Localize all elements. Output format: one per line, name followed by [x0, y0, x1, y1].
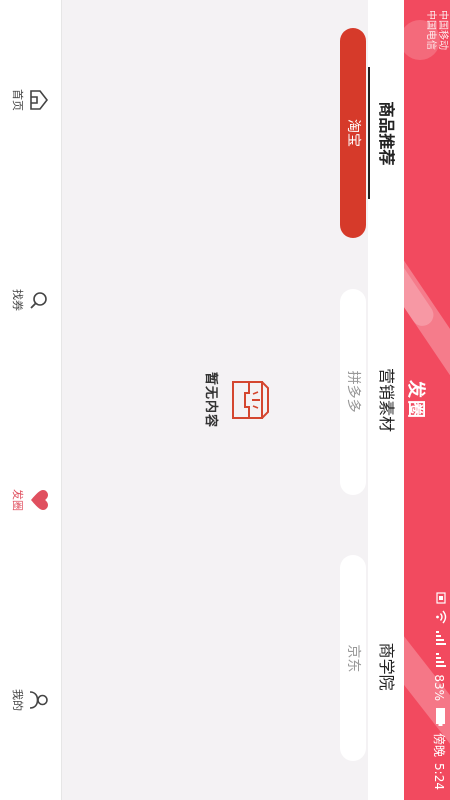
time-period: 傍晚: [432, 733, 446, 758]
nav-find-coupons-label: 找券: [11, 289, 25, 311]
nav-home[interactable]: 首页: [0, 0, 61, 200]
user-icon: [30, 691, 49, 709]
tab-label: 商学院: [377, 642, 396, 691]
heart-icon: [31, 490, 49, 510]
platform-jd-button[interactable]: 京东: [340, 555, 366, 762]
platform-filter: 淘宝 拼多多 京东: [334, 0, 368, 800]
battery-percent: 83%: [432, 674, 447, 702]
platform-taobao-button[interactable]: 淘宝: [340, 28, 366, 238]
app-window: 中国移动 中国电信 83% 傍晚 5:24 发圈 商品推荐 营销素材 商学院 淘…: [0, 0, 450, 800]
signal-icon-2: [432, 652, 447, 668]
tab-label: 营销素材: [377, 368, 396, 433]
nfc-icon: [432, 592, 447, 604]
screen: 中国移动 中国电信 83% 傍晚 5:24 发圈 商品推荐 营销素材 商学院 淘…: [0, 0, 450, 800]
empty-box-icon: [232, 381, 269, 419]
tab-product-recommend[interactable]: 商品推荐: [368, 0, 404, 267]
platform-slot: 拼多多: [334, 267, 368, 534]
wifi-icon: [432, 610, 447, 624]
empty-state-text: 暂无内容: [203, 371, 218, 428]
signal-icon: [432, 630, 447, 646]
carrier-name-1: 中国移动: [437, 10, 448, 50]
header-bar: 中国移动 中国电信 83% 傍晚 5:24 发圈: [404, 0, 450, 800]
platform-pinduoduo-button[interactable]: 拼多多: [340, 288, 366, 495]
nav-mine[interactable]: 我的: [0, 600, 61, 800]
platform-slot: 京东: [334, 533, 368, 800]
nav-find-coupons[interactable]: 找券: [0, 200, 61, 400]
nav-share-circle-label: 发圈: [11, 489, 25, 511]
bottom-navigation: 首页 找券 发圈 我的: [0, 0, 62, 800]
empty-state: 暂无内容: [203, 0, 270, 800]
platform-slot: 淘宝: [334, 0, 368, 267]
category-tabs: 商品推荐 营销素材 商学院: [368, 0, 404, 800]
home-icon: [30, 90, 49, 110]
tab-marketing-materials[interactable]: 营销素材: [368, 267, 404, 534]
status-icons: 83% 傍晚 5:24: [431, 592, 448, 790]
battery-icon: [433, 707, 447, 727]
nav-share-circle[interactable]: 发圈: [0, 400, 61, 600]
tab-business-school[interactable]: 商学院: [368, 533, 404, 800]
search-icon: [30, 292, 48, 309]
nav-home-label: 首页: [11, 89, 25, 111]
clock: 5:24: [432, 763, 447, 790]
page-title: 发圈: [405, 380, 426, 420]
nav-mine-label: 我的: [11, 689, 25, 711]
tab-label: 商品推荐: [377, 101, 396, 166]
